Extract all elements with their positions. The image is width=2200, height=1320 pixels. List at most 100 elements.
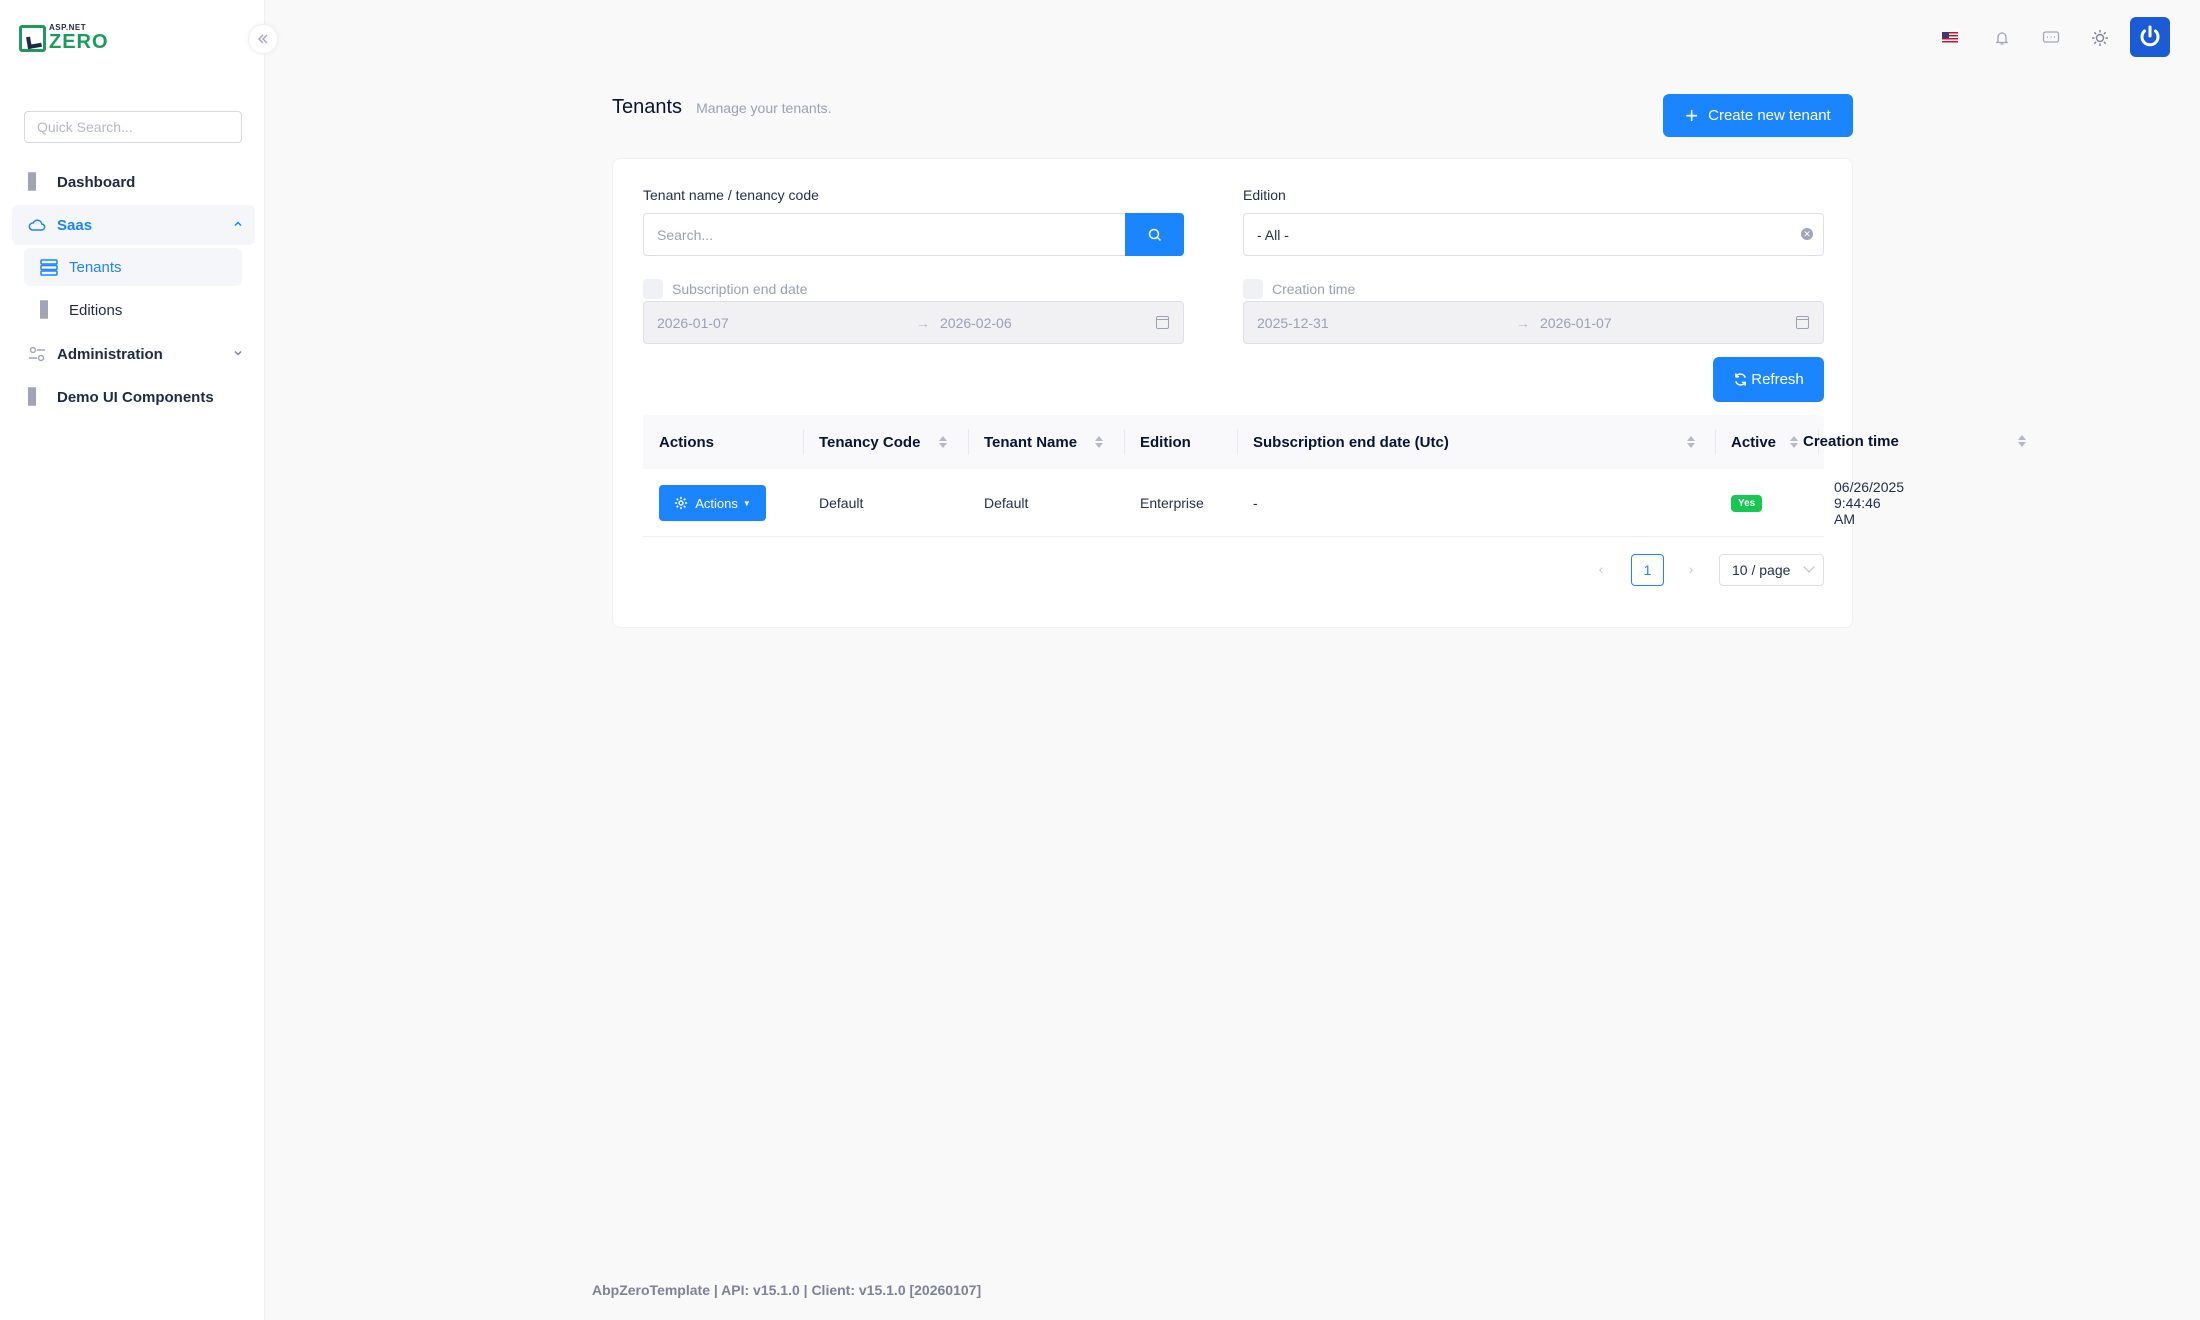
sidebar-item-dashboard[interactable]: Dashboard	[12, 162, 255, 202]
page-size-select[interactable]: 10 / page	[1719, 554, 1824, 586]
sidebar-item-label: Saas	[57, 216, 93, 234]
sidebar-item-label: Editions	[69, 301, 123, 319]
creation-to-date: 2026-01-07	[1540, 314, 1612, 331]
edition-select-value: - All -	[1257, 226, 1289, 243]
sidebar-item-label: Tenants	[69, 258, 122, 276]
creation-filter-label: Creation time	[1272, 281, 1356, 297]
calendar-icon	[1796, 316, 1809, 329]
column-divider	[968, 429, 969, 455]
subscription-filter-toggle[interactable]: Subscription end date	[643, 279, 807, 299]
refresh-button[interactable]: Refresh	[1713, 357, 1824, 402]
tenant-name-filter-label: Tenant name / tenancy code	[643, 187, 819, 203]
search-icon	[1148, 228, 1161, 241]
edition-filter-label: Edition	[1243, 187, 1286, 203]
sort-icon[interactable]	[1095, 436, 1103, 448]
status-badge: Yes	[1731, 494, 1763, 512]
column-header-creation-time[interactable]: Creation time	[1803, 414, 1899, 468]
column-header-tenancy-code[interactable]: Tenancy Code	[819, 415, 920, 469]
create-button-label: Create new tenant	[1708, 107, 1831, 124]
sidebar-item-editions[interactable]: Editions	[24, 291, 242, 329]
search-button[interactable]	[1125, 213, 1184, 256]
page-header: Tenants Manage your tenants.	[612, 96, 831, 119]
row-actions-button[interactable]: Actions ▼	[659, 485, 766, 521]
cell-edition: Enterprise	[1140, 495, 1204, 511]
sidebar-item-saas[interactable]: Saas	[12, 205, 255, 245]
sidebar-nav: Dashboard Saas Tenants Editions Administ…	[12, 162, 255, 420]
chevron-up-icon	[233, 219, 243, 232]
us-flag-icon[interactable]	[1942, 32, 1958, 43]
sidebar-collapse-button[interactable]	[248, 24, 278, 54]
column-header-actions: Actions	[659, 433, 715, 451]
footer-version: AbpZeroTemplate | API: v15.1.0 | Client:…	[592, 1282, 982, 1298]
refresh-icon	[1735, 373, 1747, 386]
next-page-icon[interactable]: ›	[1681, 553, 1701, 585]
column-header-tenant-name[interactable]: Tenant Name	[984, 415, 1077, 469]
chevron-down-icon	[1803, 561, 1815, 573]
subscription-checkbox[interactable]	[643, 279, 663, 299]
sidebar-item-label: Administration	[57, 345, 163, 363]
tenant-search-group	[643, 213, 1184, 256]
row-actions-label: Actions	[695, 495, 738, 511]
cell-creation-time: 06/26/2025 9:44:46 AM	[1834, 479, 1905, 527]
power-icon	[2140, 25, 2160, 47]
clear-icon[interactable]: ✕	[1801, 228, 1813, 240]
create-new-tenant-button[interactable]: + Create new tenant	[1663, 94, 1853, 137]
tenants-icon	[40, 258, 58, 276]
subscription-from-date: 2026-01-07	[657, 314, 729, 331]
chat-message-icon[interactable]	[2039, 26, 2063, 50]
sort-icon[interactable]	[1687, 436, 1695, 448]
plus-icon: +	[1685, 102, 1699, 128]
page-subtitle: Manage your tenants.	[696, 100, 832, 116]
table-header: Actions Tenancy Code Tenant Name Edition…	[643, 415, 1824, 469]
theme-sun-icon[interactable]	[2088, 26, 2112, 50]
chevron-down-icon	[233, 348, 243, 361]
sidebar-item-tenants[interactable]: Tenants	[24, 248, 242, 286]
prev-page-icon[interactable]: ‹	[1591, 553, 1611, 585]
dashboard-icon	[28, 172, 46, 191]
edition-select[interactable]: - All - ✕	[1243, 213, 1824, 256]
creation-date-range[interactable]: 2025-12-31 → 2026-01-07	[1243, 301, 1824, 344]
column-divider	[1124, 429, 1125, 455]
subscription-filter-label: Subscription end date	[672, 281, 808, 297]
column-header-active[interactable]: Active	[1731, 415, 1776, 469]
calendar-icon	[1156, 316, 1169, 329]
subscription-to-date: 2026-02-06	[940, 314, 1012, 331]
cell-tenant-name: Default	[984, 495, 1029, 511]
subscription-date-range[interactable]: 2026-01-07 → 2026-02-06	[643, 301, 1184, 344]
cell-tenancy-code: Default	[819, 495, 864, 511]
table-row: Actions ▼ Default Default Enterprise - Y…	[643, 469, 1904, 537]
editions-icon	[40, 300, 58, 319]
sort-icon[interactable]	[2018, 435, 2026, 447]
sort-icon[interactable]	[939, 436, 947, 448]
tenant-search-input[interactable]	[643, 213, 1125, 256]
user-menu-button[interactable]	[2130, 17, 2170, 57]
sort-icon[interactable]	[1790, 436, 1798, 448]
caret-down-icon: ▼	[742, 498, 751, 508]
creation-from-date: 2025-12-31	[1257, 314, 1329, 331]
gear-icon	[675, 496, 688, 510]
sidebar: ASP.NET ZERO Dashboard Saas Tenants	[0, 0, 265, 1320]
column-header-edition: Edition	[1140, 433, 1191, 451]
notifications-bell-icon[interactable]	[1990, 26, 2014, 50]
column-divider	[1237, 429, 1238, 455]
tenants-card: Tenant name / tenancy code Edition - All…	[612, 158, 1904, 628]
creation-checkbox[interactable]	[1243, 279, 1263, 299]
arrow-right-icon: →	[1516, 314, 1530, 331]
sidebar-item-administration[interactable]: Administration	[12, 334, 255, 374]
components-icon	[28, 387, 46, 406]
arrow-right-icon: →	[916, 314, 930, 331]
logo-mark-icon	[19, 24, 46, 52]
column-divider	[1715, 429, 1716, 455]
cloud-icon	[28, 216, 46, 234]
quick-search-input[interactable]	[24, 111, 242, 143]
sidebar-item-demo-ui-components[interactable]: Demo UI Components	[12, 377, 255, 417]
sidebar-item-label: Demo UI Components	[57, 388, 214, 406]
refresh-button-label: Refresh	[1751, 371, 1804, 388]
page-title: Tenants	[612, 96, 683, 118]
page-number-current[interactable]: 1	[1631, 554, 1664, 586]
cell-subscription-end: -	[1253, 495, 1258, 511]
column-header-subscription-end[interactable]: Subscription end date (Utc)	[1253, 415, 1449, 469]
creation-filter-toggle[interactable]: Creation time	[1243, 279, 1355, 299]
sidebar-item-label: Dashboard	[57, 173, 136, 191]
logo[interactable]: ASP.NET ZERO	[19, 24, 109, 52]
